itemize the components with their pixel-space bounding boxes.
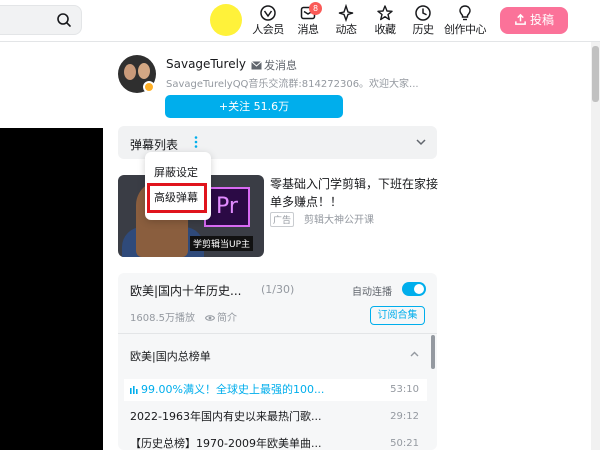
nav-favorites[interactable]: 收藏 [367,2,403,40]
ad-title[interactable]: 零基础入门学剪辑，下班在家接单多赚点！！ [270,175,438,211]
nav-message-label: 消息 [297,23,320,36]
collection-intro-label: 简介 [217,313,237,324]
divider [118,333,437,334]
collection-intro-link[interactable]: 简介 [204,309,237,324]
episode-duration: 53:10 [390,384,419,395]
dynamic-icon [338,4,354,22]
subscribe-collection-button[interactable]: 订阅合集 [370,306,425,325]
vip-icon [260,5,276,21]
nav-message[interactable]: 8 消息 [290,2,326,40]
episode-duration: 50:21 [390,438,419,449]
ad-badge: 广告 [270,212,295,227]
menu-item-block-settings[interactable]: 屏蔽设定 [154,164,198,180]
clock-icon [415,5,431,21]
top-header: 人会员 8 消息 动态 收藏 历史 创作中心 投稿 [0,0,600,42]
message-badge: 8 [309,2,322,15]
ad-thumbnail-caption: 学剪辑当UP主 [190,236,254,251]
page-scrollbar-thumb[interactable] [592,46,599,102]
send-message-label: 发消息 [264,59,297,72]
chevron-up-icon[interactable] [409,349,420,360]
autoplay-label: 自动连播 [352,287,392,298]
section-title[interactable]: 欧美|国内总榜单 [130,348,211,364]
autoplay-toggle[interactable] [402,282,426,296]
nav-history[interactable]: 历史 [405,2,441,40]
page-scrollbar[interactable] [591,42,600,450]
nav-favorites-label: 收藏 [374,23,397,36]
more-options-icon[interactable] [193,135,199,149]
bulb-icon [459,5,471,21]
eye-icon [204,315,216,321]
video-collection-panel: 欧美|国内十年历史... (1/30) 自动连播 1608.5万播放 简介 订阅… [118,273,437,450]
episode-duration: 29:12 [390,411,419,422]
chevron-down-icon[interactable] [415,136,427,148]
uploader-name[interactable]: SavageTurely [166,57,246,71]
search-input[interactable] [0,5,82,35]
nav-creator-center[interactable]: 创作中心 [443,2,487,40]
upload-button-label: 投稿 [529,13,554,27]
video-player[interactable] [0,128,103,450]
upload-button[interactable]: 投稿 [500,7,568,34]
highlight-annotation-box [147,183,207,213]
ad-source[interactable]: 剪辑大神公开课 [304,211,374,226]
collection-count: (1/30) [261,283,295,296]
send-message-link[interactable]: 发消息 [251,57,297,73]
star-icon [377,5,393,21]
episode-item[interactable]: 【历史总榜】1970-2009年欧美单曲... 50:21 [124,433,427,450]
collection-play-count: 1608.5万播放 [130,313,195,324]
playing-icon [130,386,138,394]
episode-title: 99.00%满义！全球史上最强的100... [141,383,325,396]
nav-dynamic-label: 动态 [335,23,358,36]
user-avatar[interactable] [210,4,242,36]
episode-title: 2022-1963年国内有史以来最热门歌... [130,410,322,423]
nav-vip-label: 人会员 [252,23,284,36]
episode-item[interactable]: 99.00%满义！全球史上最强的100... 53:10 [124,379,427,401]
danmaku-list-title: 弹幕列表 [130,138,179,152]
nav-history-label: 历史 [412,23,435,36]
search-icon[interactable] [56,12,72,28]
nav-dynamic[interactable]: 动态 [328,2,364,40]
upload-icon [515,13,526,25]
collection-scrollbar[interactable] [431,335,435,369]
follow-button[interactable]: +关注 51.6万 [165,95,343,118]
collection-title[interactable]: 欧美|国内十年历史... [130,282,242,299]
nav-creator-center-label: 创作中心 [444,23,487,36]
uploader-description: SavageTurelyQQ音乐交流群:814272306。欢迎大家... [166,79,419,90]
uploader-vip-badge [143,81,155,93]
episode-title: 【历史总榜】1970-2009年欧美单曲... [130,437,322,450]
mail-icon [251,61,262,70]
nav-vip[interactable]: 人会员 [250,2,286,40]
episode-item[interactable]: 2022-1963年国内有史以来最热门歌... 29:12 [124,406,427,428]
